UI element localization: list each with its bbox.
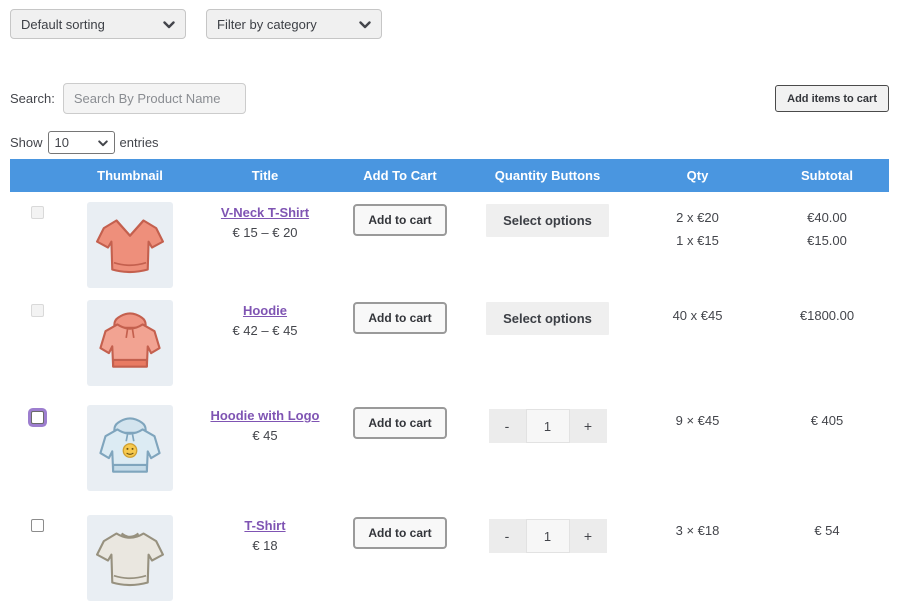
t-shirt-image (92, 520, 168, 596)
row-checkbox[interactable] (31, 206, 44, 219)
table-header-row: Thumbnail Title Add To Cart Quantity But… (10, 159, 889, 192)
subtotal-line: €15.00 (765, 229, 889, 252)
entries-per-page-select[interactable]: 10 (48, 131, 115, 154)
row-checkbox[interactable] (31, 519, 44, 532)
sorting-dropdown[interactable]: Default sorting (10, 9, 186, 39)
qty-line: 1 x €15 (630, 229, 765, 252)
hoodie-image (92, 305, 168, 381)
row-checkbox[interactable] (31, 304, 44, 317)
table-row: Hoodie with Logo € 45 Add to cart - 1 + … (10, 395, 889, 505)
subtotal-line: € 405 (765, 409, 889, 432)
header-title: Title (195, 159, 335, 192)
add-items-to-cart-button[interactable]: Add items to cart (775, 85, 889, 112)
product-thumbnail (87, 515, 173, 601)
subtotal-line: €1800.00 (765, 304, 889, 327)
header-add-to-cart: Add To Cart (335, 159, 465, 192)
product-thumbnail (87, 202, 173, 288)
quantity-decrease-button[interactable]: - (489, 409, 526, 443)
table-row: Hoodie € 42 – € 45 Add to cart Select op… (10, 290, 889, 395)
product-title-link[interactable]: T-Shirt (244, 518, 285, 533)
header-qty: Qty (630, 159, 765, 192)
product-price: € 42 – € 45 (195, 323, 335, 338)
select-options-button[interactable]: Select options (486, 204, 609, 237)
add-to-cart-button[interactable]: Add to cart (353, 302, 446, 334)
search-input[interactable] (63, 83, 246, 114)
quantity-increase-button[interactable]: + (570, 409, 607, 443)
add-to-cart-button[interactable]: Add to cart (353, 407, 446, 439)
entries-label: entries (120, 135, 159, 150)
product-price: € 15 – € 20 (195, 225, 335, 240)
product-table: Thumbnail Title Add To Cart Quantity But… (10, 159, 889, 601)
category-filter-dropdown[interactable]: Filter by category (206, 9, 382, 39)
search-label: Search: (10, 91, 55, 106)
chevron-down-icon (359, 17, 371, 32)
add-to-cart-button[interactable]: Add to cart (353, 204, 446, 236)
chevron-down-icon (163, 17, 175, 32)
sorting-dropdown-value: Default sorting (21, 17, 105, 32)
show-label: Show (10, 135, 43, 150)
category-dropdown-value: Filter by category (217, 17, 317, 32)
chevron-down-icon (98, 135, 108, 150)
quantity-stepper[interactable]: - 1 + (489, 409, 607, 443)
show-entries-control: Show 10 entries (10, 131, 889, 154)
search-bar: Search: Add items to cart (10, 83, 889, 114)
product-price: € 45 (195, 428, 335, 443)
quantity-input[interactable]: 1 (526, 409, 570, 443)
entries-per-page-value: 10 (55, 135, 69, 150)
product-title-link[interactable]: Hoodie (243, 303, 287, 318)
quantity-increase-button[interactable]: + (570, 519, 607, 553)
product-thumbnail (87, 405, 173, 491)
top-filter-bar: Default sorting Filter by category (10, 9, 889, 39)
quantity-stepper[interactable]: - 1 + (489, 519, 607, 553)
header-checkbox-column (10, 159, 65, 192)
qty-line: 3 × €18 (630, 519, 765, 542)
quantity-input[interactable]: 1 (526, 519, 570, 553)
qty-line: 9 × €45 (630, 409, 765, 432)
product-table-page: Default sorting Filter by category Searc… (0, 0, 899, 601)
qty-line: 2 x €20 (630, 206, 765, 229)
product-thumbnail (87, 300, 173, 386)
header-thumbnail: Thumbnail (65, 159, 195, 192)
quantity-decrease-button[interactable]: - (489, 519, 526, 553)
subtotal-line: €40.00 (765, 206, 889, 229)
header-quantity-buttons: Quantity Buttons (465, 159, 630, 192)
add-to-cart-button[interactable]: Add to cart (353, 517, 446, 549)
product-title-link[interactable]: V-Neck T-Shirt (221, 205, 309, 220)
product-title-link[interactable]: Hoodie with Logo (210, 408, 319, 423)
product-price: € 18 (195, 538, 335, 553)
qty-line: 40 x €45 (630, 304, 765, 327)
table-row: V-Neck T-Shirt € 15 – € 20 Add to cart S… (10, 192, 889, 290)
header-subtotal: Subtotal (765, 159, 889, 192)
hoodie-with-logo-image (92, 410, 168, 486)
select-options-button[interactable]: Select options (486, 302, 609, 335)
subtotal-line: € 54 (765, 519, 889, 542)
v-neck-t-shirt-image (92, 207, 168, 283)
row-checkbox[interactable] (31, 411, 44, 424)
table-row: T-Shirt € 18 Add to cart - 1 + 3 × €18 €… (10, 505, 889, 601)
